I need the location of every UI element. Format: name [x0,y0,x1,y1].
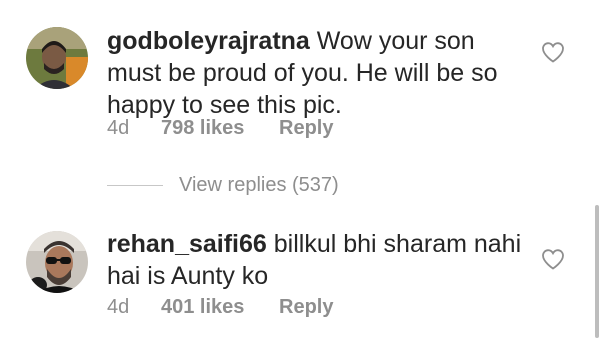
heart-icon[interactable] [541,41,565,63]
comment-timestamp: 4d [107,296,130,318]
avatar-photo-icon [26,27,88,89]
user-avatar[interactable] [26,27,88,89]
comment-username[interactable]: rehan_saifi66 [107,230,267,258]
comment-timestamp: 4d [107,117,130,139]
reply-button[interactable]: Reply [279,113,333,143]
comment-text: rehan_saifi66 billkul bhi sharam nahi ha… [107,228,527,292]
scrollbar[interactable] [595,205,599,338]
comment-item: rehan_saifi66 billkul bhi sharam nahi ha… [0,200,600,338]
comment-meta: 4d 798 likes Reply [107,113,333,143]
view-replies-label: View replies (537) [179,173,339,196]
comment-text: godboleyrajratna Wow your son must be pr… [107,25,527,121]
comment-likes-count[interactable]: 798 likes [161,113,279,143]
replies-divider-line [107,184,163,186]
comment-meta: 4d 401 likes Reply [107,292,333,322]
comment-likes-count[interactable]: 401 likes [161,292,279,322]
user-avatar[interactable] [26,231,88,293]
heart-icon[interactable] [541,248,565,270]
comment-username[interactable]: godboleyrajratna [107,27,310,55]
avatar-photo-icon [26,231,88,293]
comment-item: godboleyrajratna Wow your son must be pr… [0,0,600,160]
reply-button[interactable]: Reply [279,292,333,322]
view-replies-button[interactable]: View replies (537) [107,172,339,198]
